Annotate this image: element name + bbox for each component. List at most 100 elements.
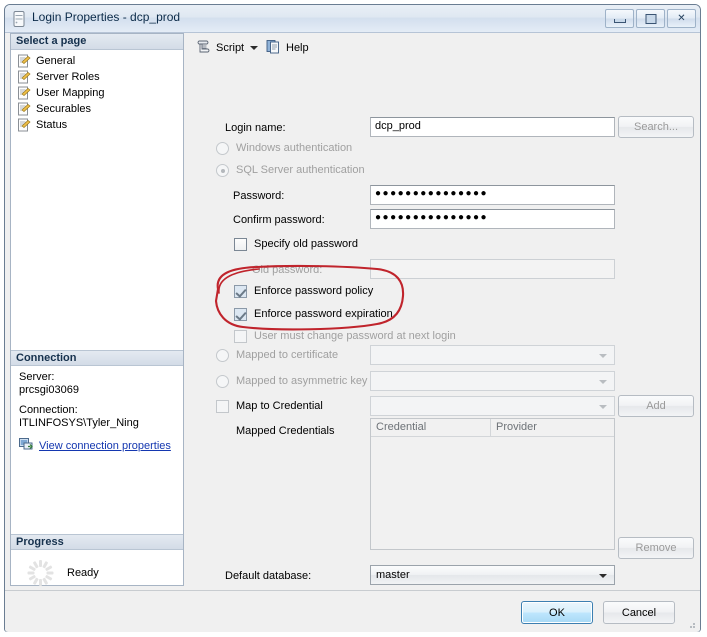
column-credential: Credential [371,419,491,436]
login-name-label: Login name: [225,122,286,134]
dialog-button-bar: OK Cancel [5,590,700,632]
help-label: Help [286,42,309,54]
connection-value: ITLINFOSYS\Tyler_Ning [19,417,177,430]
page-icon [17,70,31,84]
enforce-password-expiration-checkbox[interactable] [234,308,247,321]
map-to-credential-label: Map to Credential [236,400,323,412]
close-icon: ✕ [677,14,685,24]
enforce-password-expiration-label: Enforce password expiration [254,308,393,320]
script-icon [196,39,212,57]
password-label: Password: [233,190,284,202]
windows-authentication-radio [216,142,229,155]
select-page-pane: Select a page General [10,33,184,586]
dialog-toolbar: Script Help [188,33,696,63]
connection-section-header: Connection [11,350,183,366]
chevron-down-icon [599,380,607,384]
script-button[interactable]: Script [196,33,244,62]
windows-authentication-label: Windows authentication [236,142,352,154]
password-input[interactable]: ●●●●●●●●●●●●●●● [370,185,615,205]
mapped-to-asymmetric-key-label: Mapped to asymmetric key [236,375,367,387]
search-button[interactable]: Search... [618,116,694,138]
mapped-to-asymmetric-key-combo [370,371,615,391]
dialog-body: Select a page General [5,33,700,590]
sidebar-item-label: Status [36,119,67,131]
minimize-button[interactable] [605,9,634,28]
sidebar-item-securables[interactable]: Securables [17,101,183,117]
resize-grip[interactable] [686,619,696,629]
old-password-label: Old password: [252,264,322,276]
view-connection-properties-text[interactable]: View connection properties [39,440,171,453]
page-list: General Server Roles [11,50,183,133]
sql-server-authentication-label: SQL Server authentication [236,164,365,176]
chevron-down-icon [599,354,607,358]
page-content-pane: Script Help [188,33,696,586]
enforce-password-policy-label: Enforce password policy [254,285,373,297]
connection-label: Connection: [19,404,177,417]
view-connection-properties-link[interactable]: View connection properties [19,437,177,455]
progress-status-row: Ready [11,550,183,586]
map-to-credential-checkbox[interactable] [216,400,229,413]
confirm-password-input[interactable]: ●●●●●●●●●●●●●●● [370,209,615,229]
script-dropdown-button[interactable] [250,33,258,62]
mapped-credentials-list[interactable]: Credential Provider [370,418,615,550]
column-provider: Provider [491,419,614,436]
sidebar-item-general[interactable]: General [17,53,183,69]
progress-spinner-icon [27,560,53,586]
enforce-password-policy-checkbox[interactable] [234,285,247,298]
connection-properties-icon [19,437,34,455]
sidebar-item-label: Securables [36,103,91,115]
sidebar-item-label: General [36,55,75,67]
mapped-to-certificate-radio [216,349,229,362]
chevron-down-icon [250,46,258,50]
mapped-credentials-header: Credential Provider [371,419,614,437]
sidebar-item-user-mapping[interactable]: User Mapping [17,85,183,101]
page-icon [17,118,31,132]
server-value: prcsgi03069 [19,384,177,397]
chevron-down-icon [599,405,607,409]
sidebar-item-status[interactable]: Status [17,117,183,133]
caption-buttons: ✕ [605,9,696,28]
map-to-credential-combo[interactable] [370,396,615,416]
remove-credential-button[interactable]: Remove [618,537,694,559]
page-icon [17,86,31,100]
sql-server-authentication-radio [216,164,229,177]
cancel-button[interactable]: Cancel [603,601,675,624]
user-must-change-password-checkbox [234,330,247,343]
title-bar: Login Properties - dcp_prod ✕ [5,5,700,33]
help-button[interactable]: Help [266,33,309,62]
minimize-icon [614,19,626,23]
chevron-down-icon [599,574,607,578]
default-database-combo[interactable]: master [370,565,615,585]
default-database-label: Default database: [225,570,311,582]
mapped-to-certificate-label: Mapped to certificate [236,349,338,361]
script-label: Script [216,42,244,54]
server-label: Server: [19,371,177,384]
add-credential-button[interactable]: Add [618,395,694,417]
sidebar-item-server-roles[interactable]: Server Roles [17,69,183,85]
specify-old-password-checkbox[interactable] [234,238,247,251]
ok-button[interactable]: OK [521,601,593,624]
progress-section-header: Progress [11,534,183,550]
database-login-icon [13,11,26,27]
page-icon [17,102,31,116]
login-name-input[interactable]: dcp_prod [370,117,615,137]
sidebar-item-label: Server Roles [36,71,100,83]
user-must-change-password-label: User must change password at next login [254,330,456,342]
maximize-button[interactable] [636,9,665,28]
confirm-password-label: Confirm password: [233,214,325,226]
connection-details: Server: prcsgi03069 Connection: ITLINFOS… [11,366,183,461]
window-title: Login Properties - dcp_prod [32,10,180,24]
mapped-to-asymmetric-key-radio [216,375,229,388]
mapped-credentials-label: Mapped Credentials [236,425,334,437]
general-page-content: Login name: dcp_prod Search... Windows a… [188,62,696,586]
maximize-icon [645,14,656,24]
page-icon [17,54,31,68]
sidebar-item-label: User Mapping [36,87,104,99]
help-icon [266,39,282,57]
specify-old-password-label: Specify old password [254,238,358,250]
close-button[interactable]: ✕ [667,9,696,28]
select-a-page-header: Select a page [11,34,183,50]
mapped-to-certificate-combo [370,345,615,365]
old-password-input [370,259,615,279]
default-database-value: master [376,569,410,581]
